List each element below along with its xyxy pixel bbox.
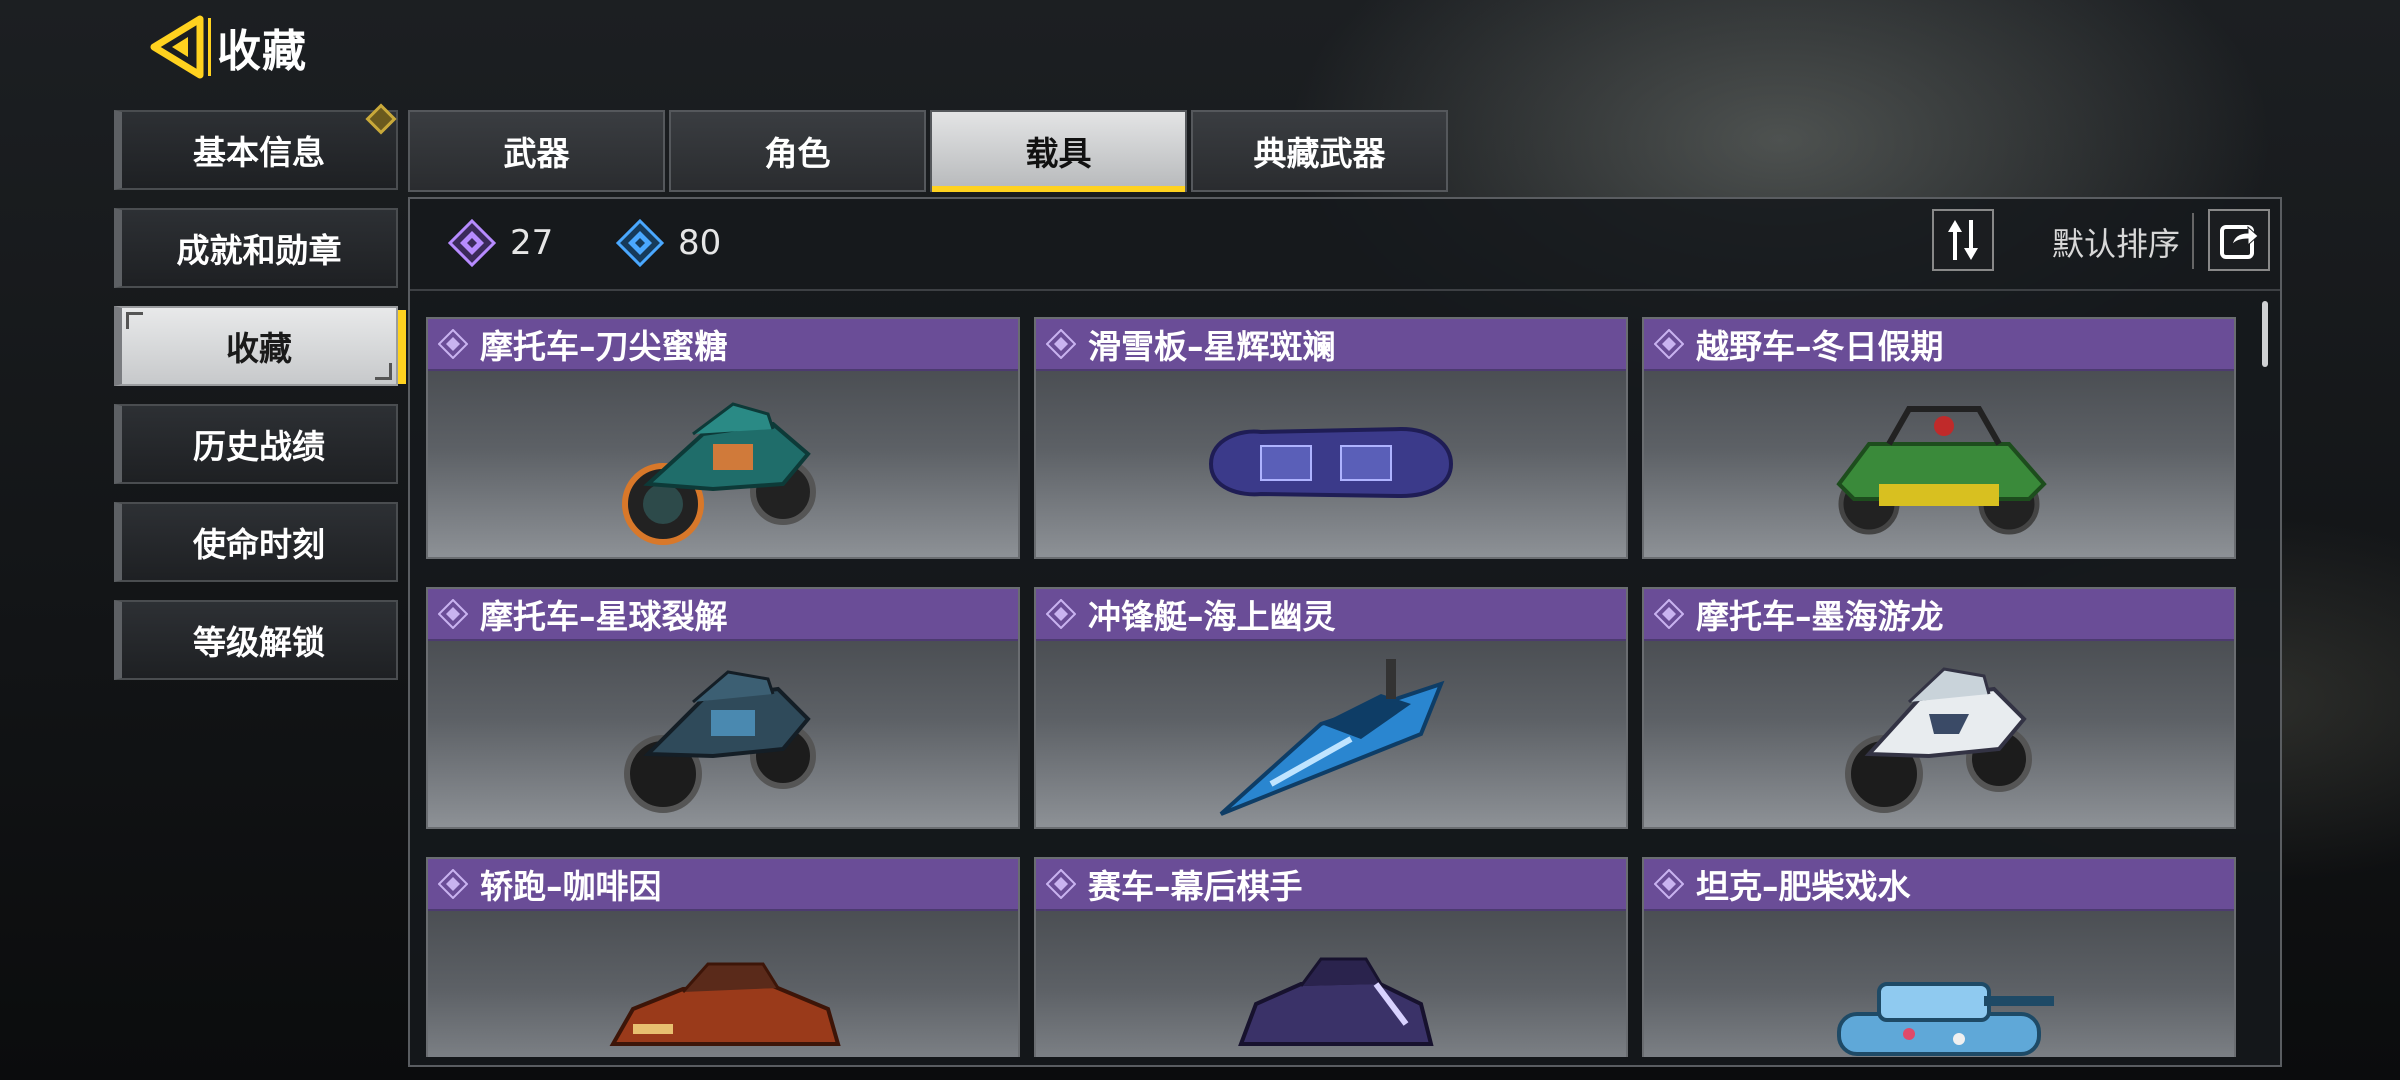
vehicle-image bbox=[1644, 641, 2234, 827]
motorcycle-icon bbox=[624, 670, 816, 813]
snowboard-icon bbox=[1208, 426, 1454, 499]
vehicle-image bbox=[1036, 911, 1626, 1057]
nav-item-achievements[interactable]: 成就和勋章 bbox=[114, 208, 398, 288]
vehicle-image bbox=[428, 911, 1018, 1057]
sort-toggle-button[interactable] bbox=[1932, 209, 1994, 271]
purple-gem-icon bbox=[448, 219, 496, 267]
vehicle-card[interactable]: 越野车–冬日假期 bbox=[1642, 317, 2236, 559]
side-nav: 基本信息 成就和勋章 收藏 历史战绩 使命时刻 等级解锁 bbox=[114, 103, 406, 698]
nav-item-level-unlock[interactable]: 等级解锁 bbox=[114, 600, 398, 680]
sort-arrows-icon bbox=[1948, 220, 1978, 260]
corner-decoration bbox=[126, 312, 143, 329]
purple-count: 27 bbox=[510, 223, 554, 263]
vehicle-image bbox=[428, 641, 1018, 827]
vehicle-image bbox=[1644, 911, 2234, 1057]
blue-count: 80 bbox=[678, 223, 722, 263]
speedboat-icon bbox=[1219, 659, 1445, 816]
vehicle-card[interactable]: 摩托车–星球裂解 bbox=[426, 587, 1020, 829]
vehicle-name: 冲锋艇–海上幽灵 bbox=[1088, 597, 1336, 636]
tab-vehicles[interactable]: 载具 bbox=[930, 110, 1187, 192]
nav-item-label: 成就和勋章 bbox=[176, 231, 342, 270]
buggy-icon bbox=[1836, 406, 2047, 535]
page-title: 收藏 bbox=[217, 26, 307, 77]
vehicle-grid: 摩托车–刀尖蜜糖 滑雪板–星辉斑斓 越野车–冬日假期 摩托车–星球裂解 冲锋艇–… bbox=[426, 317, 2236, 1057]
title-separator bbox=[208, 18, 211, 76]
vehicle-name: 摩托车–星球裂解 bbox=[480, 597, 728, 636]
card-header: 滑雪板–星辉斑斓 bbox=[1036, 319, 1626, 371]
rarity-gem-icon bbox=[1046, 329, 1076, 359]
vehicle-card[interactable]: 冲锋艇–海上幽灵 bbox=[1034, 587, 1628, 829]
motorcycle-icon bbox=[622, 402, 816, 545]
tank-icon bbox=[1837, 982, 2054, 1056]
nav-item-label: 使命时刻 bbox=[193, 525, 325, 564]
scrollbar[interactable] bbox=[2262, 301, 2268, 367]
card-header: 摩托车–墨海游龙 bbox=[1644, 589, 2234, 641]
nav-item-basic-info[interactable]: 基本信息 bbox=[114, 103, 398, 190]
share-button[interactable] bbox=[2208, 209, 2270, 271]
category-tabs: 武器 角色 载具 典藏武器 bbox=[408, 110, 1448, 192]
vehicle-name: 坦克–肥柴戏水 bbox=[1696, 867, 1911, 906]
tab-weapons[interactable]: 武器 bbox=[408, 110, 665, 192]
vehicle-image bbox=[1644, 371, 2234, 557]
panel-header: 27 80 默认排序 bbox=[410, 199, 2280, 291]
vehicle-card[interactable]: 坦克–肥柴戏水 bbox=[1642, 857, 2236, 1057]
nav-item-label: 基本信息 bbox=[193, 133, 325, 172]
back-arrow-icon bbox=[150, 15, 204, 79]
card-header: 赛车–幕后棋手 bbox=[1036, 859, 1626, 911]
motorcycle-icon bbox=[1845, 667, 2032, 813]
sort-label[interactable]: 默认排序 bbox=[2052, 219, 2180, 265]
tab-label: 角色 bbox=[764, 134, 831, 173]
nav-item-label: 收藏 bbox=[226, 329, 292, 368]
tab-label: 载具 bbox=[1025, 134, 1092, 173]
vehicle-name: 滑雪板–星辉斑斓 bbox=[1088, 327, 1336, 366]
racecar-icon bbox=[1238, 957, 1434, 1046]
rarity-gem-icon bbox=[438, 329, 468, 359]
nav-item-history[interactable]: 历史战绩 bbox=[114, 404, 398, 484]
card-header: 摩托车–刀尖蜜糖 bbox=[428, 319, 1018, 371]
new-badge-icon bbox=[365, 103, 397, 135]
vehicle-image bbox=[1036, 371, 1626, 557]
nav-item-collection[interactable]: 收藏 bbox=[114, 306, 406, 386]
rarity-gem-icon bbox=[438, 869, 468, 899]
vehicle-image bbox=[428, 371, 1018, 557]
card-header: 坦克–肥柴戏水 bbox=[1644, 859, 2234, 911]
back-button[interactable]: 收藏 bbox=[148, 14, 313, 80]
vehicle-name: 赛车–幕后棋手 bbox=[1088, 867, 1303, 906]
vehicle-name: 越野车–冬日假期 bbox=[1696, 327, 1944, 366]
vehicle-name: 摩托车–刀尖蜜糖 bbox=[480, 327, 728, 366]
blue-gem-icon bbox=[616, 219, 664, 267]
card-header: 冲锋艇–海上幽灵 bbox=[1036, 589, 1626, 641]
tab-label: 典藏武器 bbox=[1253, 134, 1386, 173]
divider bbox=[2192, 213, 2194, 269]
tab-characters[interactable]: 角色 bbox=[669, 110, 926, 192]
card-header: 轿跑–咖啡因 bbox=[428, 859, 1018, 911]
collection-panel: 27 80 默认排序 摩托车–刀尖蜜糖 滑雪板–星辉斑斓 越野车–冬日假期 摩托… bbox=[408, 197, 2282, 1067]
rarity-gem-icon bbox=[1046, 869, 1076, 899]
share-icon bbox=[2220, 225, 2259, 259]
vehicle-card[interactable]: 轿跑–咖啡因 bbox=[426, 857, 1020, 1057]
vehicle-card[interactable]: 赛车–幕后棋手 bbox=[1034, 857, 1628, 1057]
nav-item-label: 等级解锁 bbox=[193, 623, 325, 662]
blue-rarity-count: 80 bbox=[616, 219, 721, 267]
rarity-gem-icon bbox=[438, 599, 468, 629]
coupe-icon bbox=[609, 962, 841, 1046]
vehicle-card[interactable]: 摩托车–墨海游龙 bbox=[1642, 587, 2236, 829]
vehicle-image bbox=[1036, 641, 1626, 827]
nav-item-label: 历史战绩 bbox=[193, 427, 325, 466]
purple-rarity-count: 27 bbox=[448, 219, 553, 267]
vehicle-card[interactable]: 摩托车–刀尖蜜糖 bbox=[426, 317, 1020, 559]
tab-label: 武器 bbox=[503, 134, 570, 173]
card-header: 越野车–冬日假期 bbox=[1644, 319, 2234, 371]
nav-item-moments[interactable]: 使命时刻 bbox=[114, 502, 398, 582]
corner-decoration bbox=[375, 363, 392, 380]
rarity-gem-icon bbox=[1654, 329, 1684, 359]
rarity-gem-icon bbox=[1046, 599, 1076, 629]
rarity-gem-icon bbox=[1654, 869, 1684, 899]
rarity-gem-icon bbox=[1654, 599, 1684, 629]
vehicle-card[interactable]: 滑雪板–星辉斑斓 bbox=[1034, 317, 1628, 559]
vehicle-name: 轿跑–咖啡因 bbox=[480, 867, 662, 906]
card-header: 摩托车–星球裂解 bbox=[428, 589, 1018, 641]
tab-legendary-weapons[interactable]: 典藏武器 bbox=[1191, 110, 1448, 192]
vehicle-name: 摩托车–墨海游龙 bbox=[1696, 597, 1944, 636]
